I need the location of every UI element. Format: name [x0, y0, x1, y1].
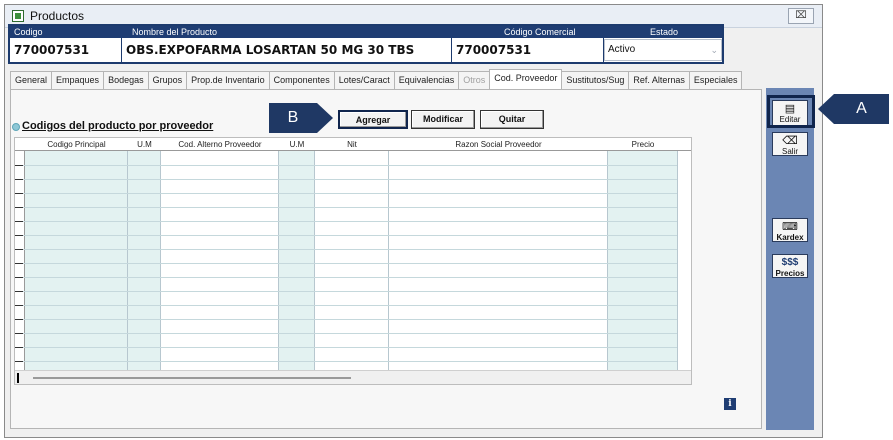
grid-row-line [15, 221, 677, 222]
grid-row-line [15, 179, 677, 180]
grid-row-line [15, 347, 677, 348]
codigo-field[interactable]: 770007531 [10, 38, 122, 62]
salir-label: Salir [781, 147, 798, 156]
modificar-button[interactable]: Modificar [411, 110, 475, 129]
grid-row-line [15, 319, 677, 320]
info-icon[interactable]: i [724, 398, 736, 410]
tab-prop-inventario[interactable]: Prop.de Inventario [186, 71, 270, 89]
col-um-2 [279, 151, 315, 370]
tab-cod-proveedor[interactable]: Cod. Proveedor [489, 69, 563, 89]
row-indicator-tick [15, 277, 23, 278]
row-indicator-tick [15, 165, 23, 166]
precios-button[interactable]: $$$ Precios [772, 254, 808, 278]
tab-sustitutos[interactable]: Sustitutos/Sug [561, 71, 630, 89]
editar-highlight-frame [767, 95, 815, 128]
grid-row-line [15, 361, 677, 362]
callout-a: A [818, 94, 889, 124]
row-indicator-tick [15, 249, 23, 250]
grid-row-line [15, 333, 677, 334]
codigo-comercial-field[interactable]: 770007531 [452, 38, 604, 62]
salir-button[interactable]: ⌫ Salir [772, 132, 808, 156]
grid-row-line [15, 249, 677, 250]
text-caret [17, 373, 19, 383]
tab-especiales[interactable]: Especiales [688, 71, 743, 89]
tab-componentes[interactable]: Componentes [268, 71, 335, 89]
grid-row-line [15, 305, 677, 306]
col-nit [315, 151, 389, 370]
estado-label: Estado [650, 27, 679, 37]
right-toolbar: ▤ Editar ⌫ Salir ⌨ Kardex $$$ Precios [766, 88, 814, 430]
tab-equivalencias[interactable]: Equivalencias [393, 71, 460, 89]
proveedor-grid[interactable]: Codigo Principal U.M Cod. Alterno Provee… [14, 137, 692, 385]
header-precio[interactable]: Precio [608, 138, 678, 151]
col-um-1 [128, 151, 161, 370]
header-um-2[interactable]: U.M [279, 138, 315, 151]
header-values: 770007531 OBS.EXPOFARMA LOSARTAN 50 MG 3… [10, 38, 722, 62]
codigo-label: Codigo [14, 27, 43, 37]
col-cod-alterno [161, 151, 279, 370]
grid-header: Codigo Principal U.M Cod. Alterno Provee… [15, 138, 691, 151]
grid-row-line [15, 193, 677, 194]
close-button[interactable]: ⌧ [788, 8, 814, 24]
scrollbar-thumb[interactable] [33, 377, 351, 379]
tab-empaques[interactable]: Empaques [51, 71, 105, 89]
tab-strip: General Empaques Bodegas Grupos Prop.de … [10, 69, 743, 89]
nombre-label: Nombre del Producto [132, 27, 218, 37]
row-indicator-tick [15, 333, 23, 334]
row-indicator-tick [15, 235, 23, 236]
tab-bodegas[interactable]: Bodegas [103, 71, 149, 89]
grid-row-line [15, 235, 677, 236]
row-indicator-tick [15, 305, 23, 306]
header-labels: Codigo Nombre del Producto Código Comerc… [10, 26, 722, 38]
col-codigo-principal [25, 151, 128, 370]
row-indicator-tick [15, 291, 23, 292]
row-indicator-tick [15, 319, 23, 320]
grid-row-line [15, 277, 677, 278]
window-title: Productos [30, 9, 85, 23]
tab-otros: Otros [458, 71, 491, 89]
grid-row-line [15, 207, 677, 208]
header-um-1[interactable]: U.M [128, 138, 161, 151]
bullet-icon [12, 123, 20, 131]
grid-row-line [15, 263, 677, 264]
kardex-label: Kardex [776, 233, 804, 242]
row-indicator-tick [15, 361, 23, 362]
kardex-button[interactable]: ⌨ Kardex [772, 218, 808, 242]
tab-grupos[interactable]: Grupos [147, 71, 188, 89]
row-indicator-tick [15, 179, 23, 180]
tab-ref-alternas[interactable]: Ref. Alternas [628, 71, 690, 89]
quitar-button[interactable]: Quitar [480, 110, 544, 129]
grid-row-line [15, 165, 677, 166]
codigo-comercial-label: Código Comercial [504, 27, 576, 37]
estado-select[interactable]: Activo ⌄ [604, 39, 722, 61]
row-indicator-tick [15, 193, 23, 194]
row-indicator-tick [15, 263, 23, 264]
app-icon [12, 10, 24, 22]
tab-lotes-caract[interactable]: Lotes/Caract [333, 71, 395, 89]
header-codigo-principal[interactable]: Codigo Principal [25, 138, 128, 151]
row-indicator-tick [15, 347, 23, 348]
row-indicator-tick [15, 207, 23, 208]
nombre-field[interactable]: OBS.EXPOFARMA LOSARTAN 50 MG 30 TBS [122, 38, 452, 62]
col-precio [608, 151, 678, 370]
row-indicator-tick [15, 221, 23, 222]
callout-b: B [269, 103, 333, 133]
row-indicator-column [15, 151, 25, 370]
tab-general[interactable]: General [10, 71, 53, 89]
precios-label: Precios [775, 269, 805, 278]
horizontal-scrollbar[interactable] [15, 370, 691, 384]
section-title: Codigos del producto por proveedor [22, 120, 214, 132]
col-razon-social [389, 151, 608, 370]
estado-value: Activo [608, 44, 636, 55]
product-header: Codigo Nombre del Producto Código Comerc… [8, 24, 724, 64]
keyboard-icon: ⌨ [782, 221, 798, 233]
header-nit[interactable]: Nit [315, 138, 389, 151]
grid-row-line [15, 291, 677, 292]
header-cod-alterno[interactable]: Cod. Alterno Proveedor [161, 138, 279, 151]
header-razon-social[interactable]: Razon Social Proveedor [389, 138, 608, 151]
chevron-down-icon: ⌄ [710, 45, 718, 55]
agregar-button[interactable]: Agregar [338, 110, 408, 129]
exit-door-icon: ⌫ [782, 135, 798, 147]
dollar-icon: $$$ [781, 257, 799, 268]
